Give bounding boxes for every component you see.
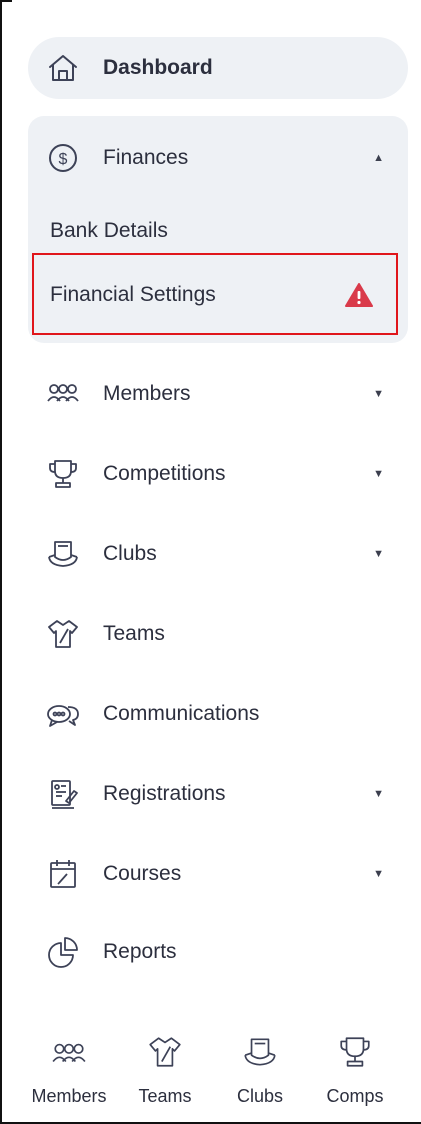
chevron-down-icon[interactable]: ▼ bbox=[373, 548, 384, 560]
nav-item-finances[interactable]: $ Finances ▲ bbox=[28, 134, 408, 182]
nav-item-courses[interactable]: Courses ▼ bbox=[28, 850, 408, 898]
nav-item-label: Communications bbox=[103, 702, 260, 725]
nav-item-teams[interactable]: Teams bbox=[28, 610, 408, 658]
chevron-down-icon[interactable]: ▼ bbox=[373, 388, 384, 400]
trophy-icon bbox=[46, 457, 80, 491]
svg-text:$: $ bbox=[59, 151, 68, 168]
bottom-nav: Members Teams Clubs Comps bbox=[0, 1030, 421, 1120]
highlight-box bbox=[32, 253, 398, 335]
nav-item-members[interactable]: Members ▼ bbox=[28, 370, 408, 418]
members-icon bbox=[52, 1043, 86, 1063]
bottom-nav-members[interactable]: Members bbox=[24, 1030, 114, 1120]
nav-item-communications[interactable]: Communications bbox=[28, 690, 408, 738]
nav-item-registrations[interactable]: Registrations ▼ bbox=[28, 770, 408, 818]
pie-chart-icon bbox=[46, 935, 80, 969]
bottom-nav-teams[interactable]: Teams bbox=[120, 1030, 210, 1120]
subnav-item-bank-details[interactable]: Bank Details bbox=[50, 219, 168, 243]
club-shield-icon bbox=[46, 537, 80, 571]
nav-item-label: Reports bbox=[103, 940, 177, 963]
nav-item-label: Dashboard bbox=[103, 56, 213, 79]
home-icon bbox=[46, 51, 80, 85]
calendar-icon bbox=[46, 857, 80, 891]
nav-item-competitions[interactable]: Competitions ▼ bbox=[28, 450, 408, 498]
bottom-nav-label: Clubs bbox=[236, 1086, 284, 1106]
chevron-down-icon[interactable]: ▼ bbox=[373, 788, 384, 800]
window-border-left bbox=[0, 0, 2, 1124]
members-icon bbox=[46, 377, 80, 411]
nav-item-label: Competitions bbox=[103, 462, 226, 485]
clipboard-icon bbox=[46, 777, 80, 811]
club-shield-icon bbox=[244, 1038, 276, 1066]
bottom-nav-comps[interactable]: Comps bbox=[310, 1030, 400, 1120]
nav-item-label: Finances bbox=[103, 146, 189, 169]
jersey-icon bbox=[149, 1037, 181, 1067]
nav-item-reports[interactable]: Reports bbox=[28, 928, 408, 976]
bottom-nav-label: Members bbox=[31, 1086, 107, 1106]
window-border-top bbox=[0, 0, 12, 2]
nav-item-label: Registrations bbox=[103, 782, 226, 805]
nav-item-label: Members bbox=[103, 382, 191, 405]
nav-item-label: Teams bbox=[103, 622, 165, 645]
chat-bubbles-icon bbox=[46, 697, 80, 731]
bottom-nav-label: Teams bbox=[138, 1086, 192, 1106]
nav-item-label: Clubs bbox=[103, 542, 157, 565]
dollar-circle-icon: $ bbox=[46, 141, 80, 175]
warning-triangle-icon bbox=[345, 283, 373, 307]
bottom-nav-label: Comps bbox=[326, 1086, 384, 1106]
chevron-down-icon[interactable]: ▼ bbox=[373, 868, 384, 880]
trophy-icon bbox=[340, 1037, 370, 1067]
bottom-nav-clubs[interactable]: Clubs bbox=[215, 1030, 305, 1120]
nav-item-label: Courses bbox=[103, 862, 182, 885]
jersey-icon bbox=[46, 617, 80, 651]
chevron-down-icon[interactable]: ▼ bbox=[373, 468, 384, 480]
nav-item-clubs[interactable]: Clubs ▼ bbox=[28, 530, 408, 578]
nav-item-dashboard[interactable]: Dashboard bbox=[28, 44, 408, 92]
chevron-up-icon[interactable]: ▲ bbox=[373, 152, 384, 164]
